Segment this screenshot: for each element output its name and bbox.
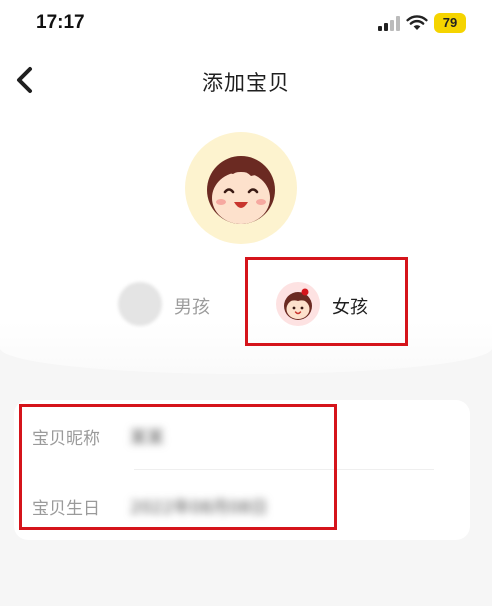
status-time: 17:17 bbox=[36, 12, 85, 33]
gender-option-girl[interactable]: 女孩 bbox=[276, 282, 396, 328]
baby-info-form: 宝贝昵称 某某 宝贝生日 2022年08月08日 bbox=[14, 400, 470, 540]
girl-avatar-icon bbox=[276, 282, 320, 326]
birthday-label: 宝贝生日 bbox=[32, 499, 100, 519]
page-title: 添加宝贝 bbox=[202, 71, 290, 95]
boy-avatar-icon bbox=[118, 282, 162, 326]
avatar[interactable] bbox=[185, 132, 297, 244]
nickname-label: 宝贝昵称 bbox=[32, 429, 100, 449]
nickname-value: 某某 bbox=[130, 428, 164, 448]
gender-label-girl: 女孩 bbox=[332, 297, 368, 318]
gender-label-boy: 男孩 bbox=[174, 297, 210, 318]
battery-badge: 79 bbox=[434, 13, 466, 33]
baby-face-icon bbox=[207, 156, 275, 224]
signal-icon bbox=[378, 16, 400, 31]
birthday-value: 2022年08月08日 bbox=[130, 498, 268, 518]
nav-bar: 添加宝贝 bbox=[0, 50, 492, 112]
gender-option-boy[interactable]: 男孩 bbox=[118, 282, 228, 328]
nickname-field[interactable]: 宝贝昵称 某某 bbox=[14, 400, 470, 468]
birthday-field[interactable]: 宝贝生日 2022年08月08日 bbox=[14, 470, 470, 538]
status-bar: 17:17 79 bbox=[0, 0, 492, 50]
wifi-icon bbox=[406, 15, 428, 30]
